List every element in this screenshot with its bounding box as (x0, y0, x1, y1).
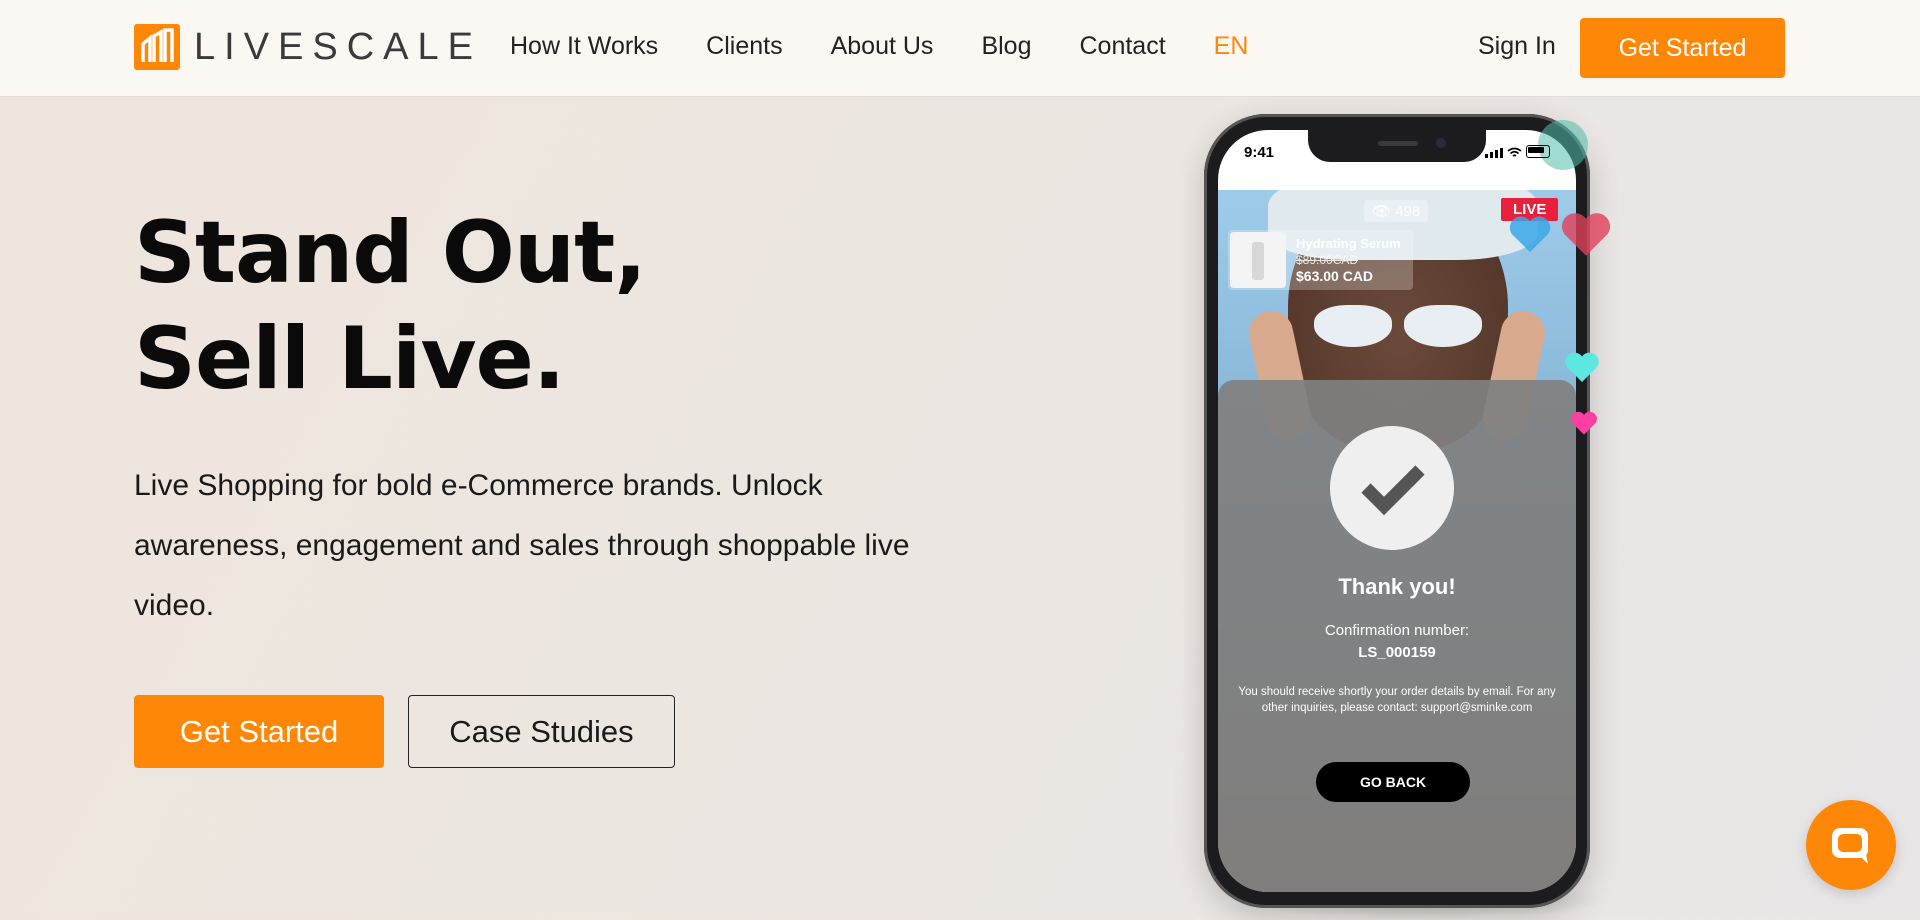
product-old-price: $89.00CAD (1296, 253, 1359, 267)
wifi-icon (1507, 147, 1522, 157)
battery-icon (1526, 145, 1550, 158)
status-icons (1485, 145, 1550, 158)
signal-icon (1485, 148, 1503, 158)
heart-icon (1565, 352, 1599, 382)
eye-patch-left (1314, 305, 1392, 347)
viewer-count: 👁 498 (1364, 200, 1429, 222)
logo-text: LIVESCALE (194, 25, 482, 68)
nav-links: How It Works Clients About Us Blog Conta… (510, 32, 1296, 61)
hero-title: Stand Out, Sell Live. (134, 200, 647, 412)
nav-how-it-works[interactable]: How It Works (510, 32, 658, 61)
eye-icon: 👁 (1372, 203, 1392, 220)
hero-title-line-1: Stand Out, (134, 203, 647, 303)
logo-mark-icon (134, 24, 180, 70)
nav-clients[interactable]: Clients (706, 32, 782, 61)
case-studies-button[interactable]: Case Studies (408, 695, 675, 768)
product-card[interactable]: Hydrating Serum $89.00CAD $63.00 CAD (1228, 230, 1413, 290)
nav-get-started-button[interactable]: Get Started (1580, 18, 1785, 78)
phone-notch (1308, 130, 1486, 162)
eye-patch-right (1404, 305, 1482, 347)
checkmark-icon (1330, 426, 1454, 550)
product-name: Hydrating Serum (1296, 236, 1401, 251)
confirmation-label: Confirmation number: (1324, 622, 1470, 639)
language-switch[interactable]: EN (1214, 32, 1249, 61)
live-video: 👁 498 LIVE Hydrating Serum $89.00CAD $63… (1218, 190, 1576, 892)
thank-you-title: Thank you! (1338, 574, 1456, 599)
viewer-count-value: 498 (1395, 203, 1421, 220)
product-thumbnail (1230, 232, 1286, 288)
chat-button[interactable] (1806, 800, 1896, 890)
nav-blog[interactable]: Blog (981, 32, 1031, 61)
hero-subtitle: Live Shopping for bold e-Commerce brands… (134, 469, 910, 622)
nav-contact[interactable]: Contact (1079, 32, 1165, 61)
heart-icon (1571, 411, 1597, 435)
chat-icon (1832, 828, 1868, 864)
nav-about-us[interactable]: About Us (831, 32, 934, 61)
status-time: 9:41 (1244, 144, 1275, 161)
confirmation-note: You should receive shortly your order de… (1238, 686, 1556, 714)
hero-title-line-2: Sell Live. (134, 309, 565, 409)
heart-icon (1509, 216, 1551, 253)
product-price: $63.00 CAD (1296, 268, 1374, 284)
confirmation-number: LS_000159 (1358, 644, 1436, 661)
order-confirmation-panel: Thank you! Confirmation number: LS_00015… (1218, 380, 1576, 892)
get-started-button[interactable]: Get Started (134, 695, 384, 768)
top-navigation: LIVESCALE How It Works Clients About Us … (0, 0, 1920, 96)
heart-icon (1561, 213, 1611, 256)
livescale-logo[interactable]: LIVESCALE (134, 24, 482, 70)
go-back-button[interactable]: GO BACK (1316, 762, 1470, 802)
sign-in-link[interactable]: Sign In (1478, 32, 1556, 61)
